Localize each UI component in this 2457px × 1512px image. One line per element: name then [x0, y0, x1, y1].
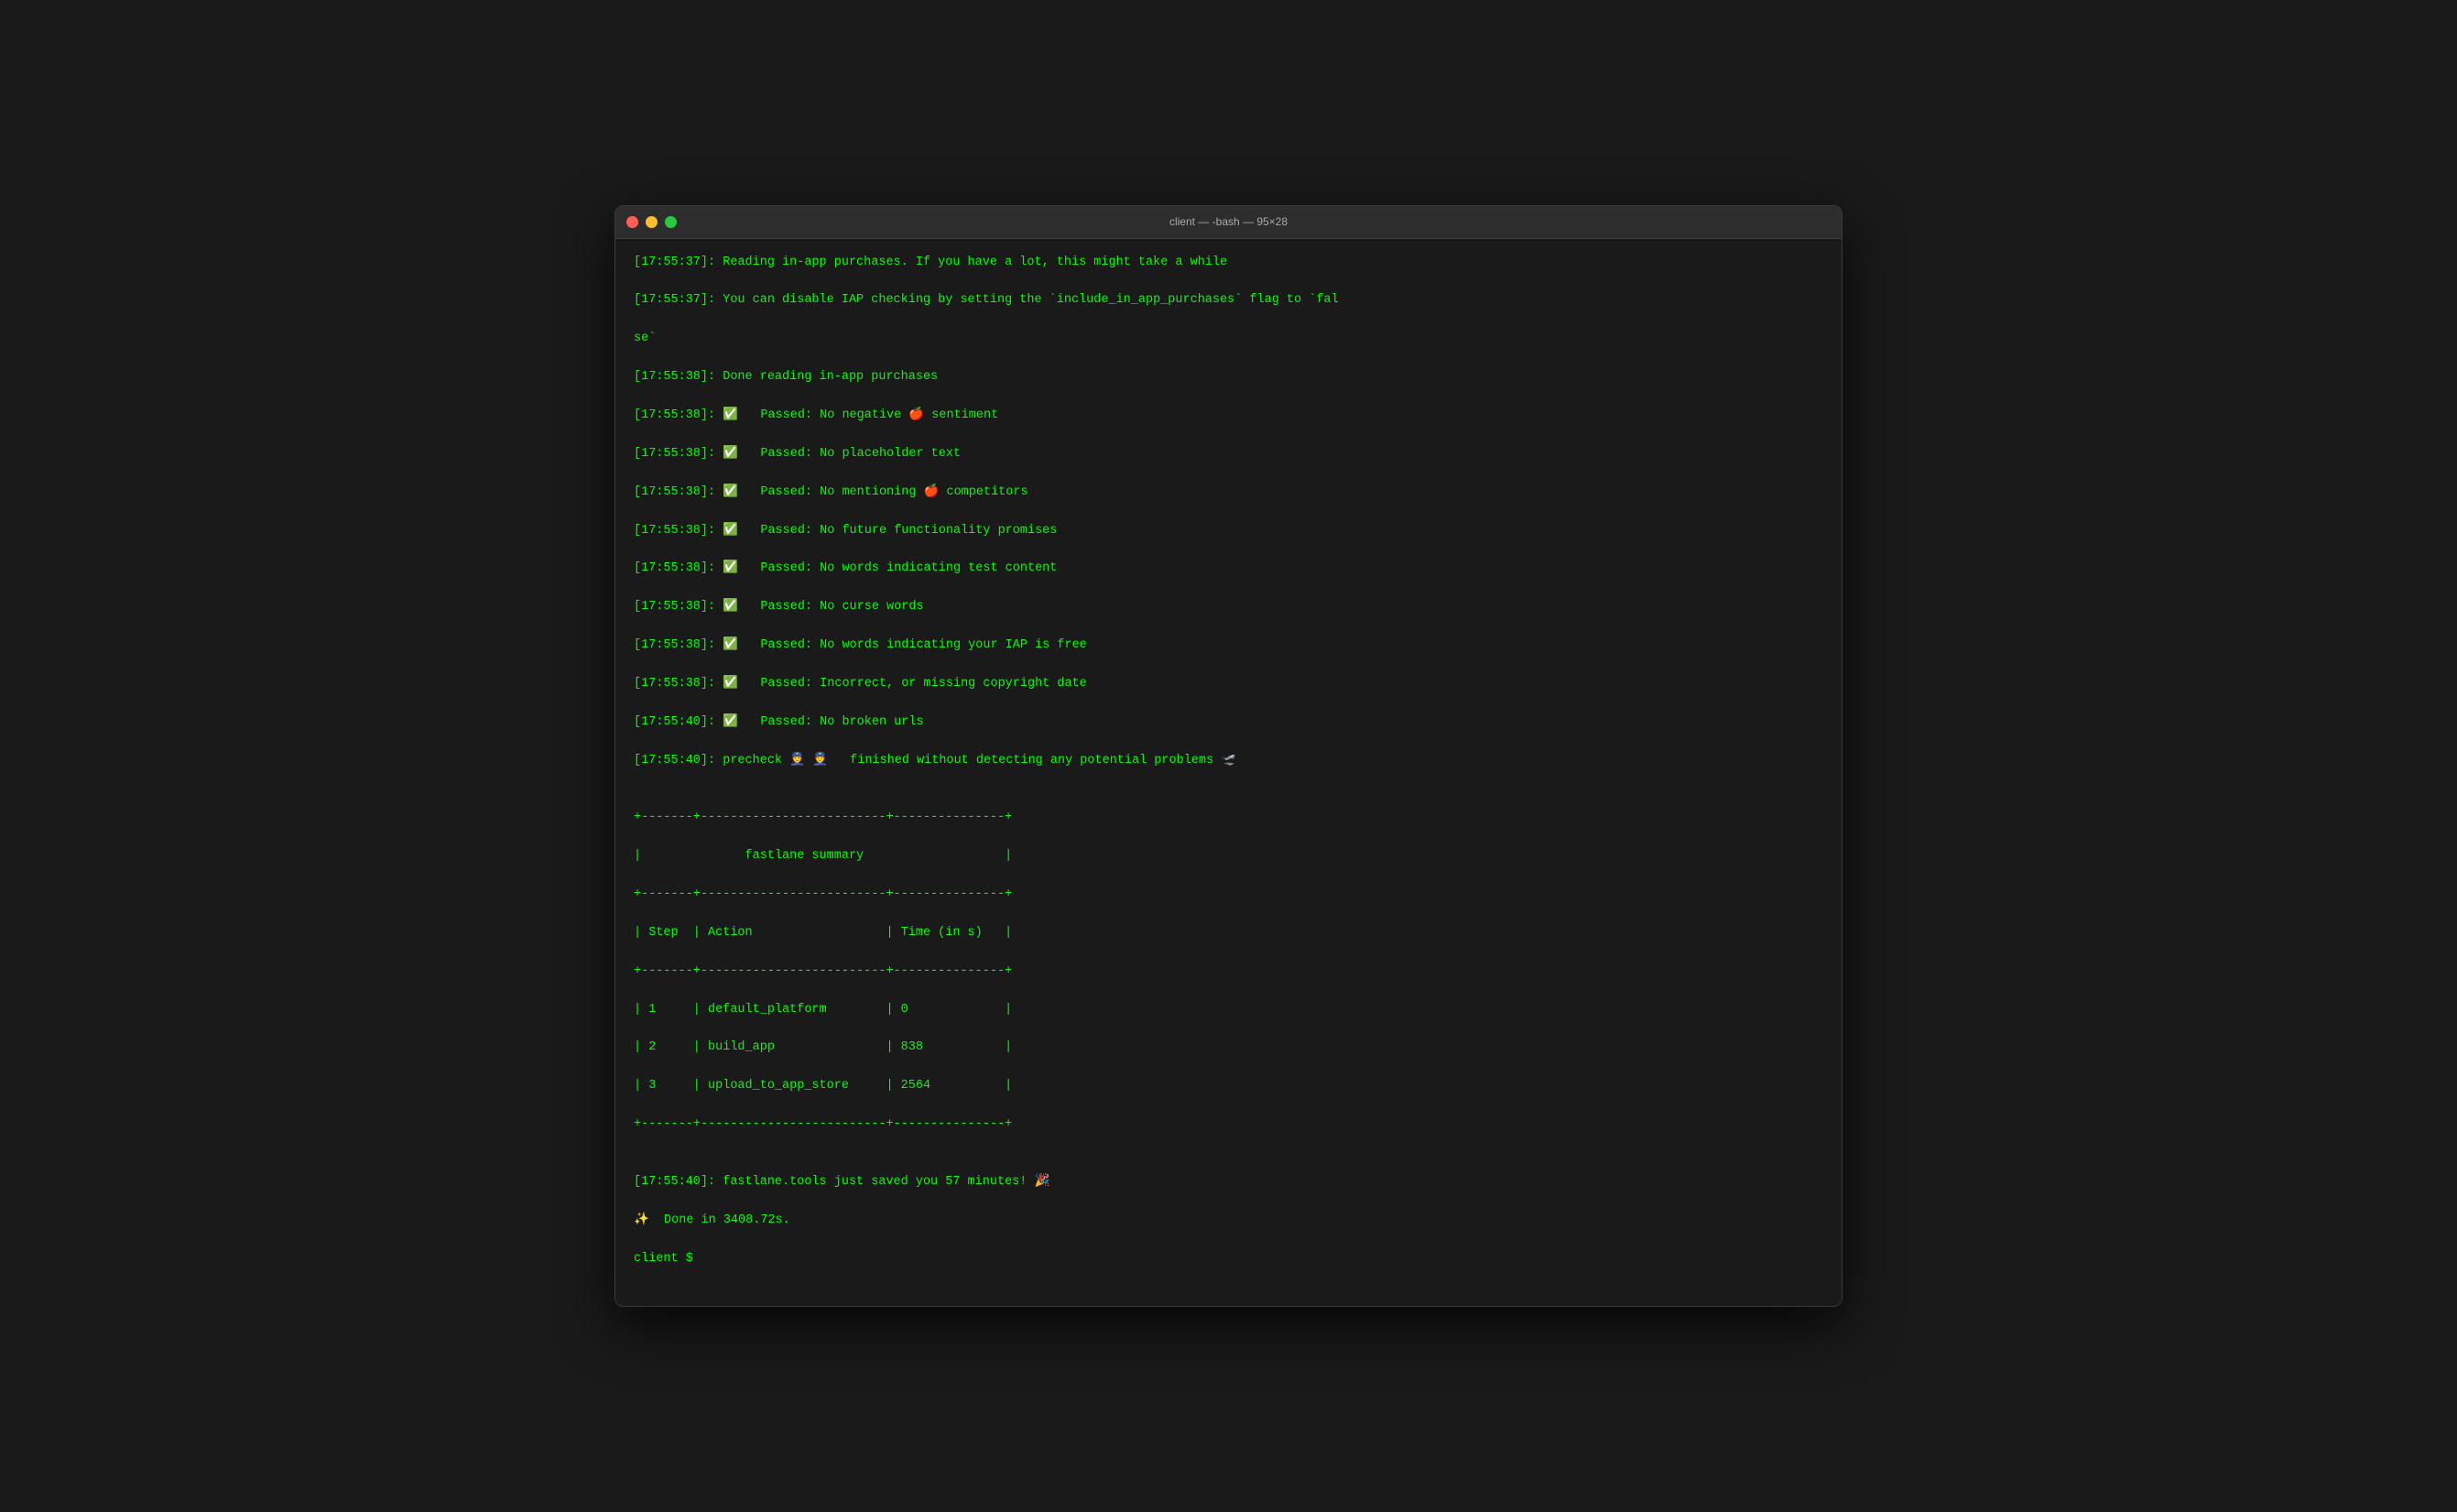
terminal-line: | fastlane summary | [634, 847, 1823, 866]
terminal-line: [17:55:38]: ✅ Passed: No words indicatin… [634, 560, 1823, 579]
terminal-line: +-------+-------------------------+-----… [634, 1115, 1823, 1135]
terminal-line: [17:55:38]: ✅ Passed: No mentioning 🍎 co… [634, 484, 1823, 503]
terminal-line: [17:55:40]: ✅ Passed: No broken urls [634, 713, 1823, 733]
terminal-line: [17:55:37]: Reading in-app purchases. If… [634, 254, 1823, 273]
terminal-line: [17:55:37]: You can disable IAP checking… [634, 291, 1823, 310]
terminal-line: [17:55:40]: fastlane.tools just saved yo… [634, 1173, 1823, 1192]
terminal-line: [17:55:38]: ✅ Passed: Incorrect, or miss… [634, 675, 1823, 694]
terminal-line: | 3 | upload_to_app_store | 2564 | [634, 1077, 1823, 1096]
titlebar: client — -bash — 95×28 [615, 206, 1842, 239]
terminal-line: ✨ Done in 3408.72s. [634, 1212, 1823, 1231]
terminal-line: client $ [634, 1250, 1823, 1269]
window-title: client — -bash — 95×28 [1169, 215, 1288, 228]
terminal-line: [17:55:38]: ✅ Passed: No curse words [634, 598, 1823, 617]
terminal-line: | 1 | default_platform | 0 | [634, 1001, 1823, 1020]
terminal-output[interactable]: [17:55:37]: Reading in-app purchases. If… [615, 239, 1842, 1307]
terminal-line: se` [634, 330, 1823, 349]
terminal-line: [17:55:40]: precheck 👮 👮 finished withou… [634, 752, 1823, 771]
terminal-line: [17:55:38]: ✅ Passed: No negative 🍎 sent… [634, 407, 1823, 426]
terminal-line: [17:55:38]: ✅ Passed: No words indicatin… [634, 636, 1823, 656]
terminal-line: [17:55:38]: Done reading in-app purchase… [634, 368, 1823, 387]
maximize-button[interactable] [665, 216, 677, 228]
terminal-line: +-------+-------------------------+-----… [634, 963, 1823, 982]
terminal-line: [17:55:38]: ✅ Passed: No placeholder tex… [634, 445, 1823, 464]
terminal-window: client — -bash — 95×28 [17:55:37]: Readi… [614, 205, 1843, 1308]
terminal-line: +-------+-------------------------+-----… [634, 886, 1823, 905]
terminal-line: +-------+-------------------------+-----… [634, 809, 1823, 828]
minimize-button[interactable] [646, 216, 658, 228]
terminal-line: | 2 | build_app | 838 | [634, 1039, 1823, 1058]
traffic-lights [626, 216, 677, 228]
terminal-line: [17:55:38]: ✅ Passed: No future function… [634, 522, 1823, 541]
close-button[interactable] [626, 216, 638, 228]
terminal-line: | Step | Action | Time (in s) | [634, 924, 1823, 943]
